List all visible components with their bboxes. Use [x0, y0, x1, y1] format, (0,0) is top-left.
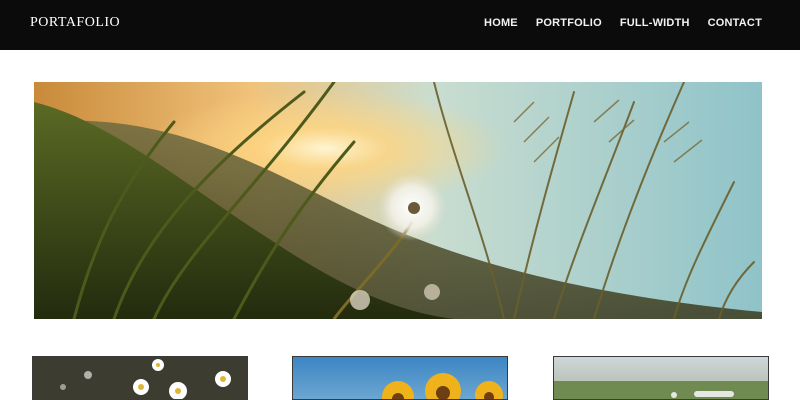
top-navbar: PORTAFOLIO HOME PORTFOLIO FULL-WIDTH CON…	[0, 0, 800, 50]
hero-image	[34, 82, 762, 319]
site-logo[interactable]: PORTAFOLIO	[30, 15, 120, 31]
thumbnail-sunflowers[interactable]	[292, 356, 508, 400]
nav-home[interactable]: HOME	[484, 17, 518, 29]
nav-full-width[interactable]: FULL-WIDTH	[620, 17, 690, 29]
thumbnail-meadow[interactable]	[553, 356, 769, 400]
nav-contact[interactable]: CONTACT	[708, 17, 762, 29]
thumbnail-daisies[interactable]	[32, 356, 248, 400]
main-nav: HOME PORTFOLIO FULL-WIDTH CONTACT	[484, 17, 762, 29]
nav-portfolio[interactable]: PORTFOLIO	[536, 17, 602, 29]
